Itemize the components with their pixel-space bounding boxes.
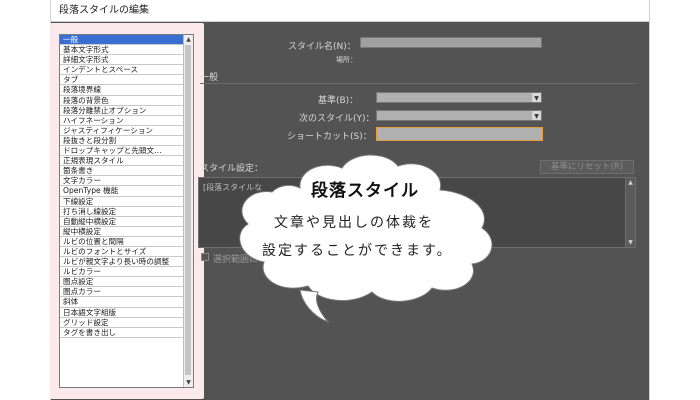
callout-line-2: 設定することができます。: [262, 243, 453, 259]
callout-line-1: 文章や見出しの体裁を: [274, 215, 434, 231]
callout-title: 段落スタイル: [311, 181, 419, 201]
